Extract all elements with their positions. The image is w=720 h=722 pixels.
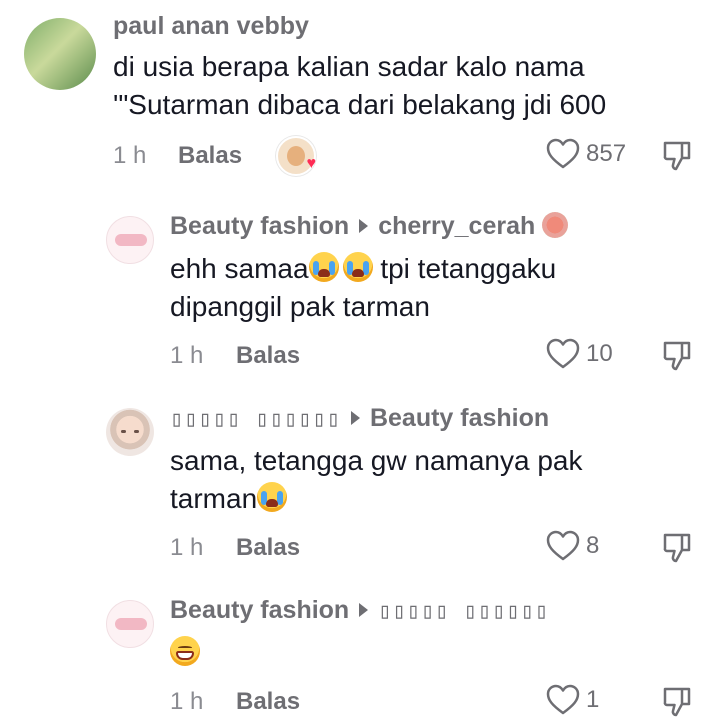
reply-button[interactable]: Balas bbox=[178, 142, 242, 170]
comment-author[interactable]: ▯▯▯▯▯ ▯▯▯▯▯▯ bbox=[170, 407, 341, 432]
heart-outline-icon bbox=[546, 684, 580, 715]
comment-timestamp: 1 h bbox=[170, 688, 204, 715]
like-count: 857 bbox=[586, 140, 627, 167]
reply-author-line: ▯▯▯▯▯ ▯▯▯▯▯▯ Beauty fashion bbox=[170, 404, 549, 433]
avatar[interactable] bbox=[106, 216, 154, 264]
caret-right-icon bbox=[359, 603, 369, 618]
crying-face-icon bbox=[342, 252, 373, 282]
heart-outline-icon bbox=[546, 530, 580, 561]
thumbs-down-icon[interactable] bbox=[662, 140, 692, 172]
mouth-shape bbox=[176, 651, 194, 660]
reply-button[interactable]: Balas bbox=[236, 534, 300, 562]
like-button[interactable]: 1 bbox=[546, 684, 599, 716]
mouth-shape bbox=[266, 499, 279, 507]
avatar-logo-shape bbox=[115, 234, 147, 246]
reply-button[interactable]: Balas bbox=[236, 342, 300, 370]
comment-author[interactable]: Beauty fashion bbox=[170, 212, 349, 240]
grinning-face-icon bbox=[170, 636, 200, 666]
avatar[interactable] bbox=[106, 408, 154, 456]
reply-author-line: Beauty fashion ▯▯▯▯▯ ▯▯▯▯▯▯ bbox=[170, 596, 549, 625]
like-button[interactable]: 10 bbox=[546, 338, 613, 370]
comment-text-part: ehh samaa bbox=[170, 253, 309, 284]
caret-right-icon bbox=[359, 219, 369, 234]
eye-shape bbox=[134, 430, 139, 433]
tear-shape bbox=[277, 491, 284, 505]
avatar-logo-shape bbox=[115, 618, 147, 630]
comment-timestamp: 1 h bbox=[170, 534, 204, 561]
eye-shape bbox=[121, 430, 126, 433]
reply-to-user[interactable]: Beauty fashion bbox=[370, 404, 549, 432]
like-count: 1 bbox=[586, 686, 600, 713]
heart-outline-icon bbox=[546, 138, 580, 169]
comment-timestamp: 1 h bbox=[113, 142, 147, 169]
creator-liked-badge: ♥ bbox=[276, 136, 316, 176]
creator-avatar-icon bbox=[287, 146, 305, 166]
comment-text-line: tarman bbox=[170, 480, 288, 518]
comment-text-line: sama, tetangga gw namanya pak bbox=[170, 445, 583, 476]
reply-author-line: Beauty fashion cherry_cerah bbox=[170, 212, 569, 241]
mouth-shape bbox=[351, 269, 364, 277]
rose-icon bbox=[542, 212, 569, 238]
comment-text-line: dipanggil pak tarman bbox=[170, 291, 430, 322]
comment-timestamp: 1 h bbox=[170, 342, 204, 369]
reply-button[interactable]: Balas bbox=[236, 688, 300, 716]
comment-author[interactable]: paul anan vebby bbox=[113, 12, 309, 41]
eyes-shape bbox=[178, 646, 192, 649]
heart-outline-icon bbox=[546, 338, 580, 369]
comment-text-line: '"Sutarman dibaca dari belakang jdi 600 bbox=[113, 89, 607, 120]
comment-text-line: ehh samaa tpi tetanggaku bbox=[170, 250, 556, 288]
comment-author[interactable]: Beauty fashion bbox=[170, 596, 349, 624]
reply-to-user[interactable]: ▯▯▯▯▯ ▯▯▯▯▯▯ bbox=[378, 599, 549, 624]
heart-badge-icon: ♥ bbox=[306, 155, 317, 172]
avatar[interactable] bbox=[24, 18, 96, 90]
like-button[interactable]: 857 bbox=[546, 138, 626, 170]
caret-right-icon bbox=[350, 411, 360, 426]
comment-text-line bbox=[170, 634, 200, 672]
thumbs-down-icon[interactable] bbox=[662, 686, 692, 718]
comment-text-line: di usia berapa kalian sadar kalo nama bbox=[113, 51, 585, 82]
like-count: 10 bbox=[586, 340, 613, 367]
comment-text-part: tpi tetanggaku bbox=[372, 253, 557, 284]
crying-face-icon bbox=[257, 482, 288, 512]
like-count: 8 bbox=[586, 532, 600, 559]
avatar[interactable] bbox=[106, 600, 154, 648]
mouth-shape bbox=[317, 269, 330, 277]
crying-face-icon bbox=[308, 252, 339, 282]
reply-to-user[interactable]: cherry_cerah bbox=[378, 212, 535, 240]
comment-text-part: tarman bbox=[170, 483, 258, 514]
like-button[interactable]: 8 bbox=[546, 530, 599, 562]
thumbs-down-icon[interactable] bbox=[662, 532, 692, 564]
thumbs-down-icon[interactable] bbox=[662, 340, 692, 372]
